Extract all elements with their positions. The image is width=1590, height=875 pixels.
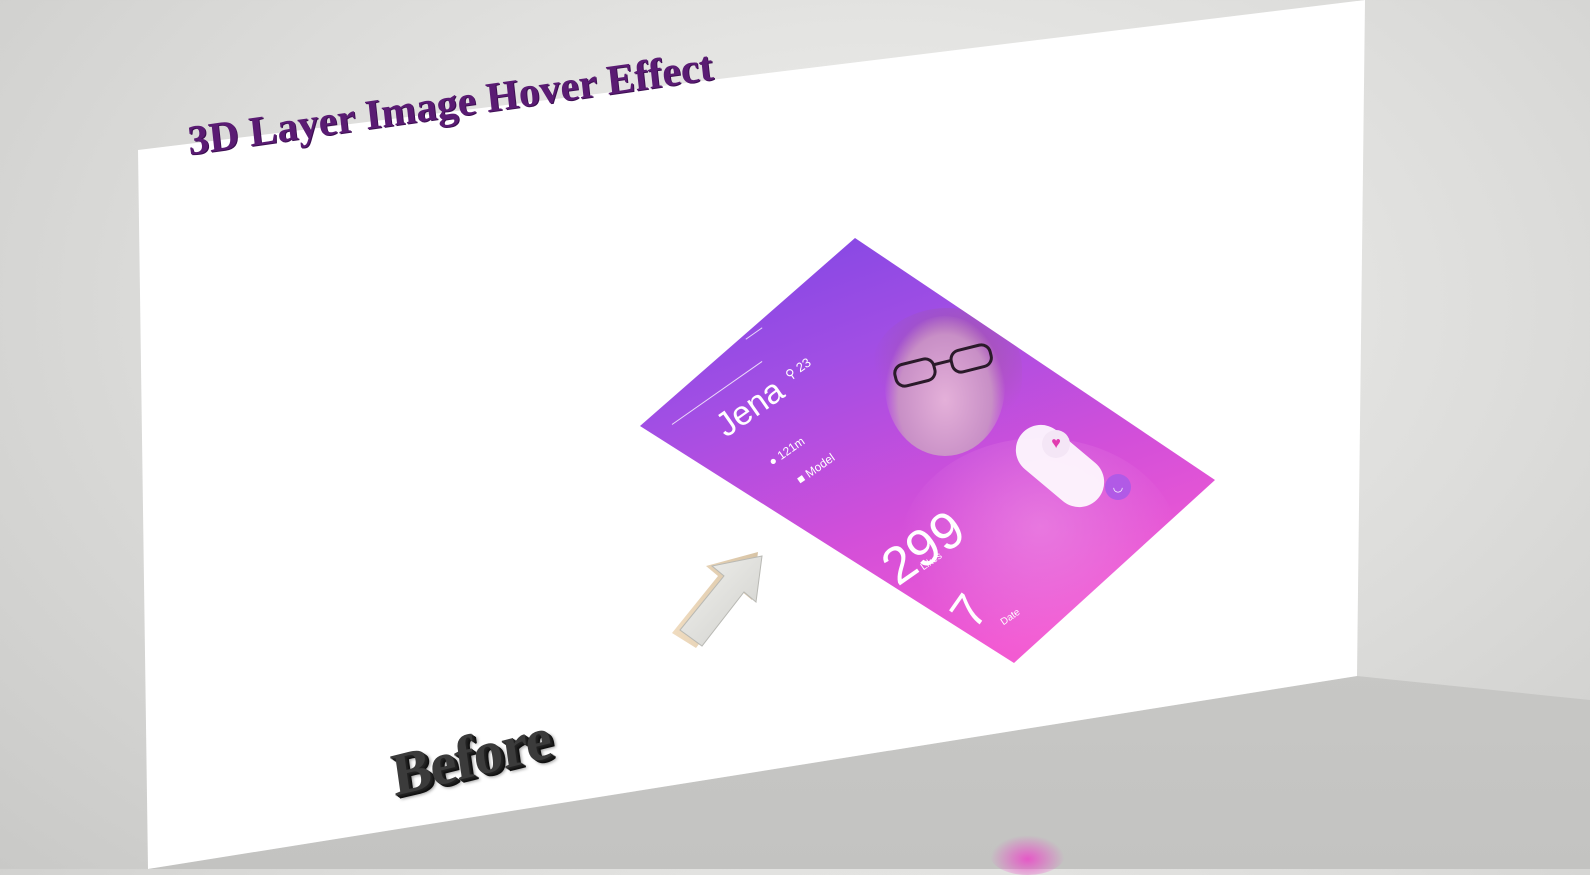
profile-occupation-value: Model bbox=[802, 450, 838, 481]
profile-distance-value: 121m bbox=[774, 433, 808, 463]
card-reflection bbox=[990, 835, 1065, 875]
heart-icon[interactable]: ♥ bbox=[1042, 430, 1070, 458]
chat-icon[interactable]: ◡ bbox=[1105, 474, 1131, 500]
menu-icon[interactable] bbox=[745, 327, 763, 340]
profile-age: ⚲ 23 bbox=[782, 355, 814, 384]
profile-occupation: ■ Model bbox=[794, 450, 837, 486]
profile-distance: ● 121m bbox=[766, 434, 807, 469]
arrow-up-right-icon bbox=[672, 552, 763, 648]
profile-name: Jena bbox=[708, 371, 792, 445]
